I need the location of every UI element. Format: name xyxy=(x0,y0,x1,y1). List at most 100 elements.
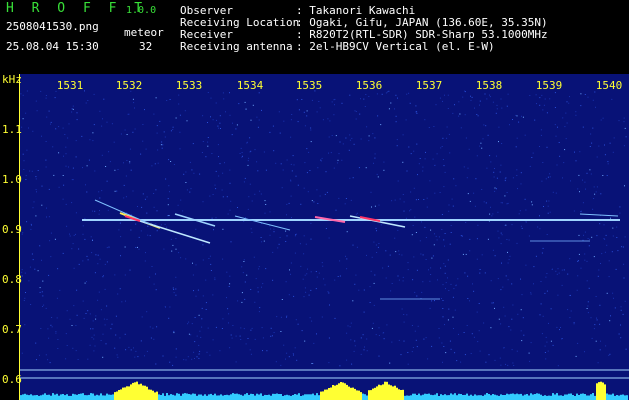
level-bar xyxy=(408,395,410,400)
level-bar xyxy=(530,393,532,400)
level-bar xyxy=(460,394,462,400)
level-bar xyxy=(510,393,512,400)
level-bar xyxy=(410,395,412,400)
level-bar xyxy=(446,395,448,400)
level-bar xyxy=(258,394,260,400)
level-bar xyxy=(60,394,62,400)
level-bar xyxy=(592,393,594,400)
level-bar xyxy=(392,386,394,400)
level-bar xyxy=(22,394,24,400)
level-bar xyxy=(586,395,588,400)
level-bar xyxy=(604,384,606,400)
level-bar xyxy=(476,395,478,400)
level-bar xyxy=(618,395,620,400)
level-bar xyxy=(80,393,82,400)
level-bar xyxy=(414,393,416,400)
level-bar xyxy=(78,394,80,400)
level-bar xyxy=(148,389,150,400)
level-bar xyxy=(44,393,46,400)
level-bar xyxy=(126,386,128,400)
level-bar xyxy=(434,394,436,400)
level-bar xyxy=(322,391,324,400)
level-bar xyxy=(488,394,490,400)
level-bar xyxy=(312,393,314,400)
level-bar xyxy=(310,394,312,400)
level-bar xyxy=(350,387,352,400)
level-bar xyxy=(282,396,284,400)
level-bar xyxy=(542,395,544,400)
level-bar xyxy=(100,393,102,400)
level-bar xyxy=(624,395,626,400)
level-bar xyxy=(46,394,48,400)
meteor-trail xyxy=(139,220,211,244)
y-tick-label: 0.6 xyxy=(2,373,22,386)
level-bar xyxy=(548,395,550,400)
level-bar xyxy=(116,391,118,400)
level-bar xyxy=(562,395,564,400)
level-bar xyxy=(220,394,222,400)
level-bar xyxy=(406,395,408,400)
level-bar xyxy=(508,394,510,400)
x-tick-label: 1538 xyxy=(475,79,503,92)
level-bar xyxy=(72,393,74,400)
level-bar xyxy=(174,395,176,400)
level-bar xyxy=(412,393,414,400)
level-bar xyxy=(162,393,164,400)
level-bar xyxy=(272,393,274,400)
level-bar xyxy=(382,384,384,400)
level-bar xyxy=(340,382,342,400)
level-bar xyxy=(264,394,266,400)
level-bar xyxy=(404,395,406,400)
level-bar xyxy=(320,391,322,400)
level-bar xyxy=(246,393,248,400)
level-bar xyxy=(506,393,508,400)
level-bar xyxy=(102,395,104,400)
level-bar xyxy=(538,393,540,400)
level-bar xyxy=(68,395,70,400)
level-bar xyxy=(588,395,590,400)
level-bar xyxy=(512,393,514,400)
level-bar xyxy=(134,382,136,400)
level-bar xyxy=(384,381,386,400)
level-bar xyxy=(348,386,350,400)
level-bar xyxy=(432,395,434,400)
x-tick-label: 1535 xyxy=(295,79,323,92)
level-bar xyxy=(338,383,340,400)
level-bar xyxy=(422,394,424,400)
level-bar xyxy=(514,394,516,400)
level-bar xyxy=(300,396,302,400)
level-bar xyxy=(564,394,566,400)
level-bar xyxy=(440,394,442,400)
level-bar xyxy=(376,386,378,400)
level-bar xyxy=(226,394,228,400)
level-bar xyxy=(208,394,210,400)
level-bar xyxy=(502,395,504,400)
level-bar xyxy=(32,395,34,400)
level-bar xyxy=(256,393,258,400)
level-bar xyxy=(132,382,134,400)
level-bar xyxy=(558,395,560,400)
level-bar xyxy=(416,395,418,400)
y-tick-label: 0.9 xyxy=(2,223,22,236)
level-bar xyxy=(492,394,494,400)
level-bar xyxy=(524,394,526,400)
level-bar xyxy=(196,395,198,400)
level-bar xyxy=(398,389,400,400)
level-bar xyxy=(484,394,486,400)
level-bar xyxy=(336,384,338,400)
meteor-trail xyxy=(579,213,619,217)
level-bar xyxy=(140,383,142,400)
level-bar xyxy=(28,395,30,400)
level-bar xyxy=(496,395,498,400)
level-bar xyxy=(498,395,500,400)
level-bar xyxy=(366,395,368,400)
x-tick-label: 1536 xyxy=(355,79,383,92)
level-bar xyxy=(430,394,432,400)
noise-speckles xyxy=(20,90,627,367)
level-bar xyxy=(556,393,558,400)
level-bar xyxy=(560,395,562,400)
level-bar xyxy=(314,395,316,400)
level-bar xyxy=(464,394,466,400)
level-bar xyxy=(112,394,114,400)
level-bar xyxy=(354,388,356,400)
